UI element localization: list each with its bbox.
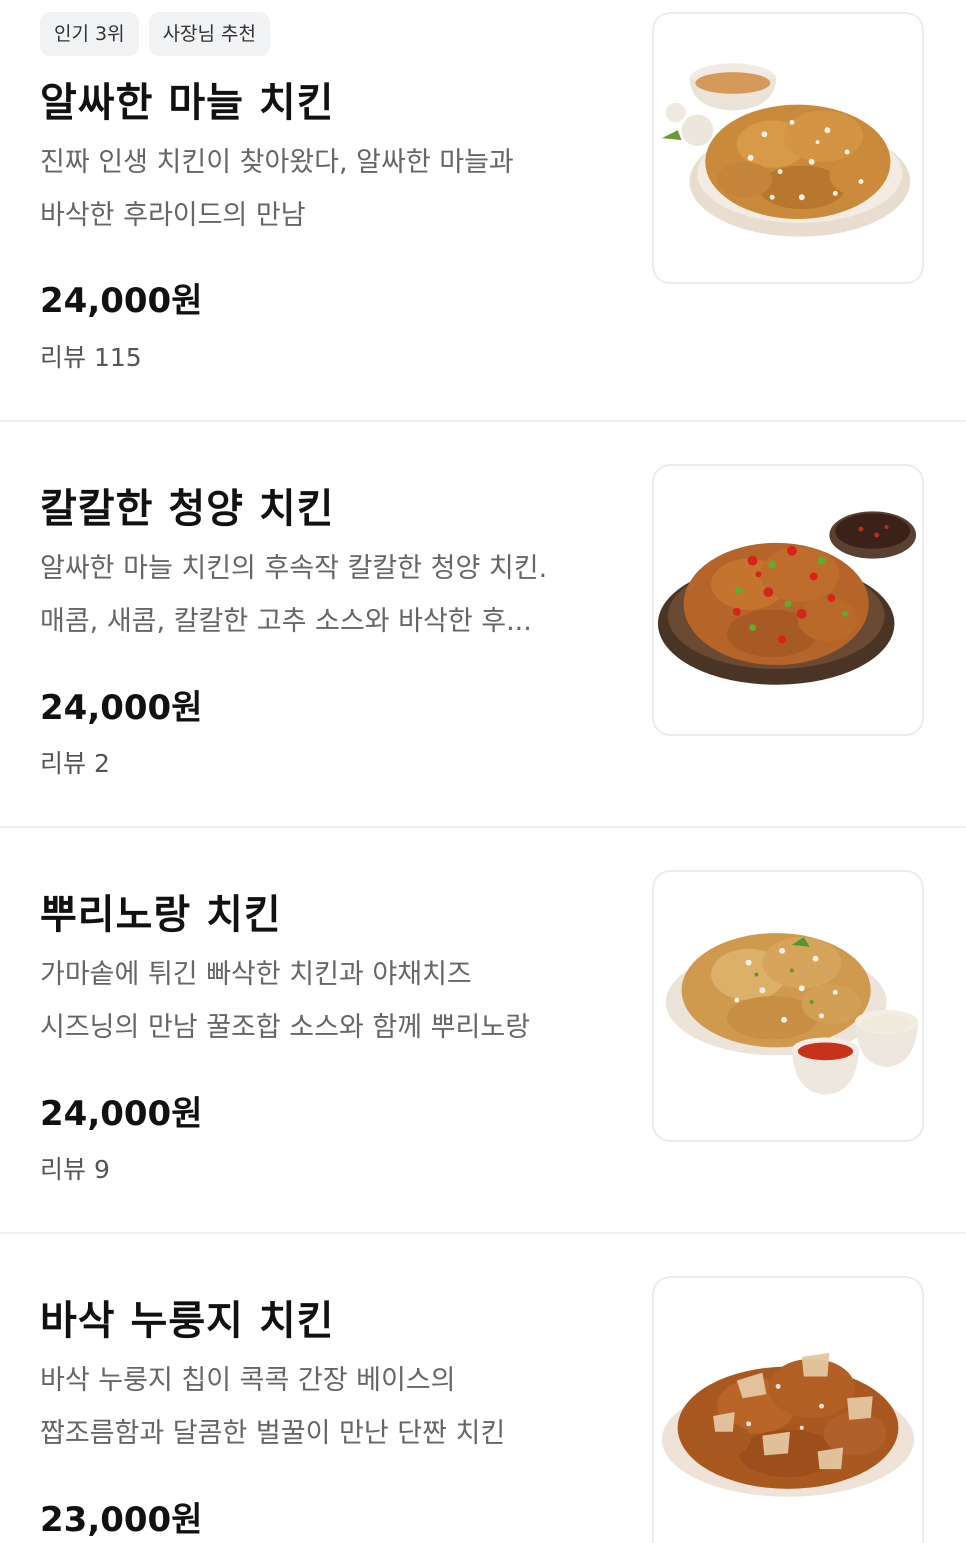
garlic-chicken-photo-icon [661,63,911,237]
description-line: 진짜 인생 치킨이 찾아왔다, 알싸한 마늘과 [40,147,514,178]
menu-item-name: 칼칼한 청양 치킨 [40,486,335,532]
menu-item-review-count: 리뷰 2 [40,749,110,778]
description-line: 바삭한 후라이드의 만남 [40,200,306,231]
menu-item-description: 진짜 인생 치킨이 찾아왔다, 알싸한 마늘과 바삭한 후라이드의 만남 [40,136,620,242]
menu-item-price: 24,000원 [40,688,203,728]
menu-item-nurungji-chicken[interactable]: 바삭 누룽지 치킨 바삭 누룽지 칩이 콕콕 간장 베이스의 짭조름함과 달콤한… [0,1234,966,1543]
menu-item-ppurinorang-chicken[interactable]: 뿌리노랑 치킨 가마솥에 튀긴 빠삭한 치킨과 야채치즈 시즈닝의 만남 꿀조합… [0,828,966,1232]
description-line: 바삭 누룽지 칩이 콕콕 간장 베이스의 [40,1365,456,1396]
menu-item-cheongyang-chicken[interactable]: 칼칼한 청양 치킨 알싸한 마늘 치킨의 후속작 칼칼한 청양 치킨. 매콤, … [0,422,966,826]
description-line: 가마솥에 튀긴 빠삭한 치킨과 야채치즈 [40,959,472,990]
description-line: 알싸한 마늘 치킨의 후속작 칼칼한 청양 치킨. [40,553,548,584]
menu-item-price: 24,000원 [40,281,203,321]
popularity-badge: 인기 3위 [40,12,139,56]
cheongyang-chicken-photo-icon [657,511,917,685]
menu-item-name: 알싸한 마늘 치킨 [40,80,335,126]
description-line: 짭조름함과 달콤한 벌꿀이 만난 단짠 치킨 [40,1418,506,1449]
menu-item-description: 가마솥에 튀긴 빠삭한 치킨과 야채치즈 시즈닝의 만남 꿀조합 소스와 함께 … [40,948,620,1054]
menu-item-name: 바삭 누룽지 치킨 [40,1298,335,1344]
garlic-chicken-photo [652,12,924,284]
menu-item-description: 알싸한 마늘 치킨의 후속작 칼칼한 청양 치킨. 매콤, 새콤, 칼칼한 고추… [40,542,620,648]
nurungji-chicken-photo [652,1276,924,1543]
menu-item-review-count: 리뷰 9 [40,1155,110,1184]
menu-item-name: 뿌리노랑 치킨 [40,892,282,938]
cheese-seasoned-chicken-photo-icon [665,933,919,1095]
badge-group: 인기 3위 사장님 추천 [40,12,271,56]
menu-item-price: 24,000원 [40,1094,203,1134]
cheongyang-chicken-photo [652,464,924,736]
description-line: 시즈닝의 만남 꿀조합 소스와 함께 뿌리노랑 [40,1012,531,1043]
description-line: 매콤, 새콤, 칼칼한 고추 소스와 바삭한 후... [40,606,532,637]
menu-item-description: 바삭 누룽지 칩이 콕콕 간장 베이스의 짭조름함과 달콤한 벌꿀이 만난 단짠… [40,1354,620,1460]
cheese-seasoned-chicken-photo [652,870,924,1142]
menu-item-garlic-chicken[interactable]: 인기 3위 사장님 추천 알싸한 마늘 치킨 진짜 인생 치킨이 찾아왔다, 알… [0,0,966,420]
menu-item-review-count: 리뷰 115 [40,343,142,372]
menu-item-price: 23,000원 [40,1500,203,1540]
nurungji-chicken-photo-icon [661,1352,915,1497]
owner-recommend-badge: 사장님 추천 [148,12,271,56]
